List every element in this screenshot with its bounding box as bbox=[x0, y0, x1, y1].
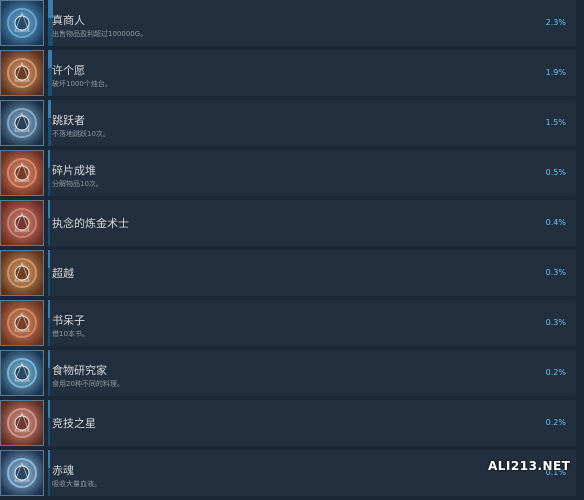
unlock-percentage: 1.9% bbox=[545, 68, 566, 77]
achievement-row[interactable]: 许个愿破坏1000个烛台。 1.9% bbox=[0, 50, 584, 100]
coin-spiral-icon bbox=[0, 0, 44, 46]
achievement-panel: 超越 0.3% bbox=[48, 250, 576, 296]
watermark: ALI213.NET bbox=[488, 459, 571, 473]
achievement-description: 分解物品10次。 bbox=[52, 180, 103, 188]
achievement-row[interactable]: 赤魂 吸收大量血液。 0.1% bbox=[0, 450, 584, 500]
achievement-description: 食用20种不同的料理。 bbox=[52, 380, 124, 388]
achievement-panel: 竞技之星 0.2% bbox=[48, 400, 576, 446]
books-icon bbox=[0, 300, 44, 346]
unlock-progress-bar bbox=[48, 350, 50, 396]
unlock-progress-bar bbox=[48, 150, 50, 196]
unlock-percentage: 0.2% bbox=[545, 368, 566, 377]
unlock-percentage: 0.3% bbox=[545, 318, 566, 327]
achievement-title: 竞技之星 bbox=[52, 417, 96, 430]
achievement-panel: 食物研究家食用20种不同的料理。 0.2% bbox=[48, 350, 576, 396]
achievement-panel: 书呆子借10本书。 0.3% bbox=[48, 300, 576, 346]
achievement-panel: 执念的炼金术士 0.4% bbox=[48, 200, 576, 246]
achievement-panel: 跳跃者不落地跳跃10次。 1.5% bbox=[48, 100, 576, 146]
unlock-percentage: 0.4% bbox=[545, 218, 566, 227]
unlock-percentage: 0.3% bbox=[545, 268, 566, 277]
shards-icon bbox=[0, 150, 44, 196]
unlock-progress-bar bbox=[48, 250, 50, 296]
achievement-description: 吸收大量血液。 bbox=[52, 480, 101, 488]
achievement-panel: 真商人出售物品盈利超过100000G。 2.3% bbox=[48, 0, 576, 46]
achievement-panel: 碎片成堆分解物品10次。 0.5% bbox=[48, 150, 576, 196]
achievement-panel: 赤魂 吸收大量血液。 0.1% bbox=[48, 450, 576, 496]
leaping-figure-icon bbox=[0, 100, 44, 146]
transcend-figure-icon bbox=[0, 250, 44, 296]
unlock-progress-bar bbox=[48, 450, 50, 496]
crimson-lips-icon bbox=[0, 450, 44, 496]
food-plate-icon bbox=[0, 350, 44, 396]
alchemist-icon bbox=[0, 200, 44, 246]
achievement-title: 跳跃者 bbox=[52, 114, 85, 127]
achievement-description: 破坏1000个烛台。 bbox=[52, 80, 112, 88]
achievement-title: 真商人 bbox=[52, 14, 85, 27]
achievement-row[interactable]: 执念的炼金术士 0.4% bbox=[0, 200, 584, 250]
unlock-progress-bar bbox=[48, 200, 50, 246]
unlock-progress-bar bbox=[48, 400, 50, 446]
achievement-row[interactable]: 碎片成堆分解物品10次。 0.5% bbox=[0, 150, 584, 200]
achievement-panel: 许个愿破坏1000个烛台。 1.9% bbox=[48, 50, 576, 96]
achievement-title: 碎片成堆 bbox=[52, 164, 96, 177]
achievement-title: 书呆子 bbox=[52, 314, 85, 327]
unlock-progress-bar bbox=[48, 300, 50, 346]
achievement-list: 真商人出售物品盈利超过100000G。 2.3% 许个愿破坏1000个烛台。 1.9%… bbox=[0, 0, 584, 496]
arena-star-icon bbox=[0, 400, 44, 446]
achievement-description: 不落地跳跃10次。 bbox=[52, 130, 110, 138]
achievement-title: 食物研究家 bbox=[52, 364, 107, 377]
candles-icon bbox=[0, 50, 44, 96]
achievement-row[interactable]: 食物研究家食用20种不同的料理。 0.2% bbox=[0, 350, 584, 400]
achievement-row[interactable]: 书呆子借10本书。 0.3% bbox=[0, 300, 584, 350]
achievement-description: 出售物品盈利超过100000G。 bbox=[52, 30, 148, 38]
unlock-percentage: 1.5% bbox=[545, 118, 566, 127]
achievement-title: 许个愿 bbox=[52, 64, 85, 77]
achievement-title: 赤魂 bbox=[52, 464, 74, 477]
unlock-progress-bar bbox=[48, 100, 51, 146]
achievement-description: 借10本书。 bbox=[52, 330, 89, 338]
achievement-row[interactable]: 竞技之星 0.2% bbox=[0, 400, 584, 450]
unlock-percentage: 2.3% bbox=[545, 18, 566, 27]
achievement-row[interactable]: 真商人出售物品盈利超过100000G。 2.3% bbox=[0, 0, 584, 50]
unlock-percentage: 0.5% bbox=[545, 168, 566, 177]
achievement-title: 超越 bbox=[52, 267, 74, 280]
achievement-title: 执念的炼金术士 bbox=[52, 217, 129, 230]
unlock-percentage: 0.2% bbox=[545, 418, 566, 427]
achievement-row[interactable]: 跳跃者不落地跳跃10次。 1.5% bbox=[0, 100, 584, 150]
achievement-row[interactable]: 超越 0.3% bbox=[0, 250, 584, 300]
